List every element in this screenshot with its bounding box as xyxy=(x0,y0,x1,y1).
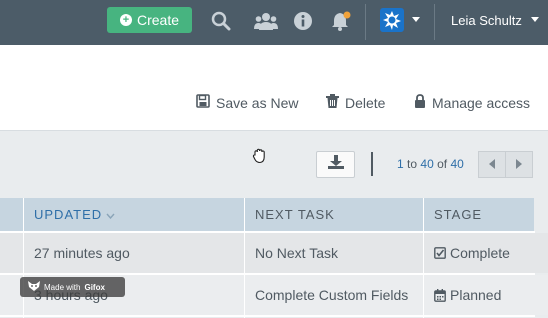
stage-label: Complete xyxy=(450,245,510,261)
previous-page-button[interactable] xyxy=(478,151,506,178)
column-divider xyxy=(23,198,24,318)
info-icon[interactable] xyxy=(292,10,314,32)
pagination-end: 40 xyxy=(420,157,434,171)
top-navigation-bar: + Create Leia Schultz xyxy=(0,0,548,45)
org-dropdown-chevron-icon[interactable] xyxy=(412,17,420,22)
user-name-label: Leia Schultz xyxy=(451,13,522,28)
divider xyxy=(434,4,435,40)
stage-label: Planned xyxy=(450,287,502,303)
record-action-bar: Save as New Delete Manage access xyxy=(0,45,548,131)
column-header-updated[interactable]: UPDATED xyxy=(24,198,244,231)
save-as-new-button[interactable]: Save as New xyxy=(196,94,298,111)
next-task-cell: No Next Task xyxy=(255,245,338,261)
pagination-summary: 1 to 40 of 40 xyxy=(397,157,464,171)
divider xyxy=(365,4,366,40)
row-divider xyxy=(0,273,535,275)
lock-icon xyxy=(414,94,426,111)
users-icon[interactable] xyxy=(253,10,279,32)
fox-logo-icon xyxy=(28,281,40,293)
stage-cell: Planned xyxy=(424,275,548,315)
create-button-label: Create xyxy=(136,12,180,28)
grab-hand-cursor-icon xyxy=(251,147,269,165)
row-divider xyxy=(0,231,535,233)
pagination-to: to xyxy=(407,157,418,171)
divider xyxy=(371,152,373,176)
manage-access-label: Manage access xyxy=(432,94,531,111)
plus-circle-icon: + xyxy=(119,14,132,26)
gifox-watermark: Made with Gifox xyxy=(20,277,125,297)
column-header-label: NEXT TASK xyxy=(255,207,335,222)
notifications-bell-icon[interactable] xyxy=(330,10,352,32)
floppy-disk-icon xyxy=(196,94,210,111)
user-menu[interactable]: Leia Schultz xyxy=(451,13,522,28)
next-page-button[interactable] xyxy=(505,151,533,178)
watermark-prefix: Made with xyxy=(44,282,81,292)
column-header-label: UPDATED xyxy=(34,207,103,222)
column-divider xyxy=(423,198,424,318)
row-divider xyxy=(0,315,535,317)
delete-label: Delete xyxy=(345,94,386,111)
manage-access-button[interactable]: Manage access xyxy=(414,94,530,111)
stage-cell: Complete xyxy=(424,233,548,273)
updated-cell: 27 minutes ago xyxy=(34,245,130,261)
pagination-total: 40 xyxy=(450,157,464,171)
column-divider xyxy=(244,198,245,318)
watermark-brand: Gifox xyxy=(84,282,105,292)
table-row[interactable]: 27 minutes ago No Next Task Complete xyxy=(0,233,548,273)
organization-logo-icon[interactable] xyxy=(380,8,404,32)
sort-chevron-down-icon xyxy=(106,207,115,222)
pagination-of: of xyxy=(437,157,448,171)
next-task-cell: Complete Custom Fields xyxy=(255,287,409,303)
save-as-new-label: Save as New xyxy=(216,94,299,111)
download-button[interactable] xyxy=(316,151,355,178)
caret-left-icon xyxy=(488,156,496,174)
download-icon xyxy=(327,155,344,174)
column-header-next-task[interactable]: NEXT TASK xyxy=(245,198,423,231)
table-header-cell xyxy=(0,198,23,231)
check-square-icon xyxy=(434,247,446,259)
user-dropdown-chevron-icon[interactable] xyxy=(531,17,539,22)
trash-icon xyxy=(326,94,339,111)
create-button[interactable]: + Create xyxy=(107,7,192,33)
caret-right-icon xyxy=(515,156,523,174)
calendar-icon xyxy=(434,288,446,302)
delete-button[interactable]: Delete xyxy=(326,94,385,111)
column-header-stage[interactable]: STAGE xyxy=(424,198,534,231)
search-icon[interactable] xyxy=(210,10,232,32)
pagination-start: 1 xyxy=(397,157,404,171)
column-header-label: STAGE xyxy=(434,207,483,222)
